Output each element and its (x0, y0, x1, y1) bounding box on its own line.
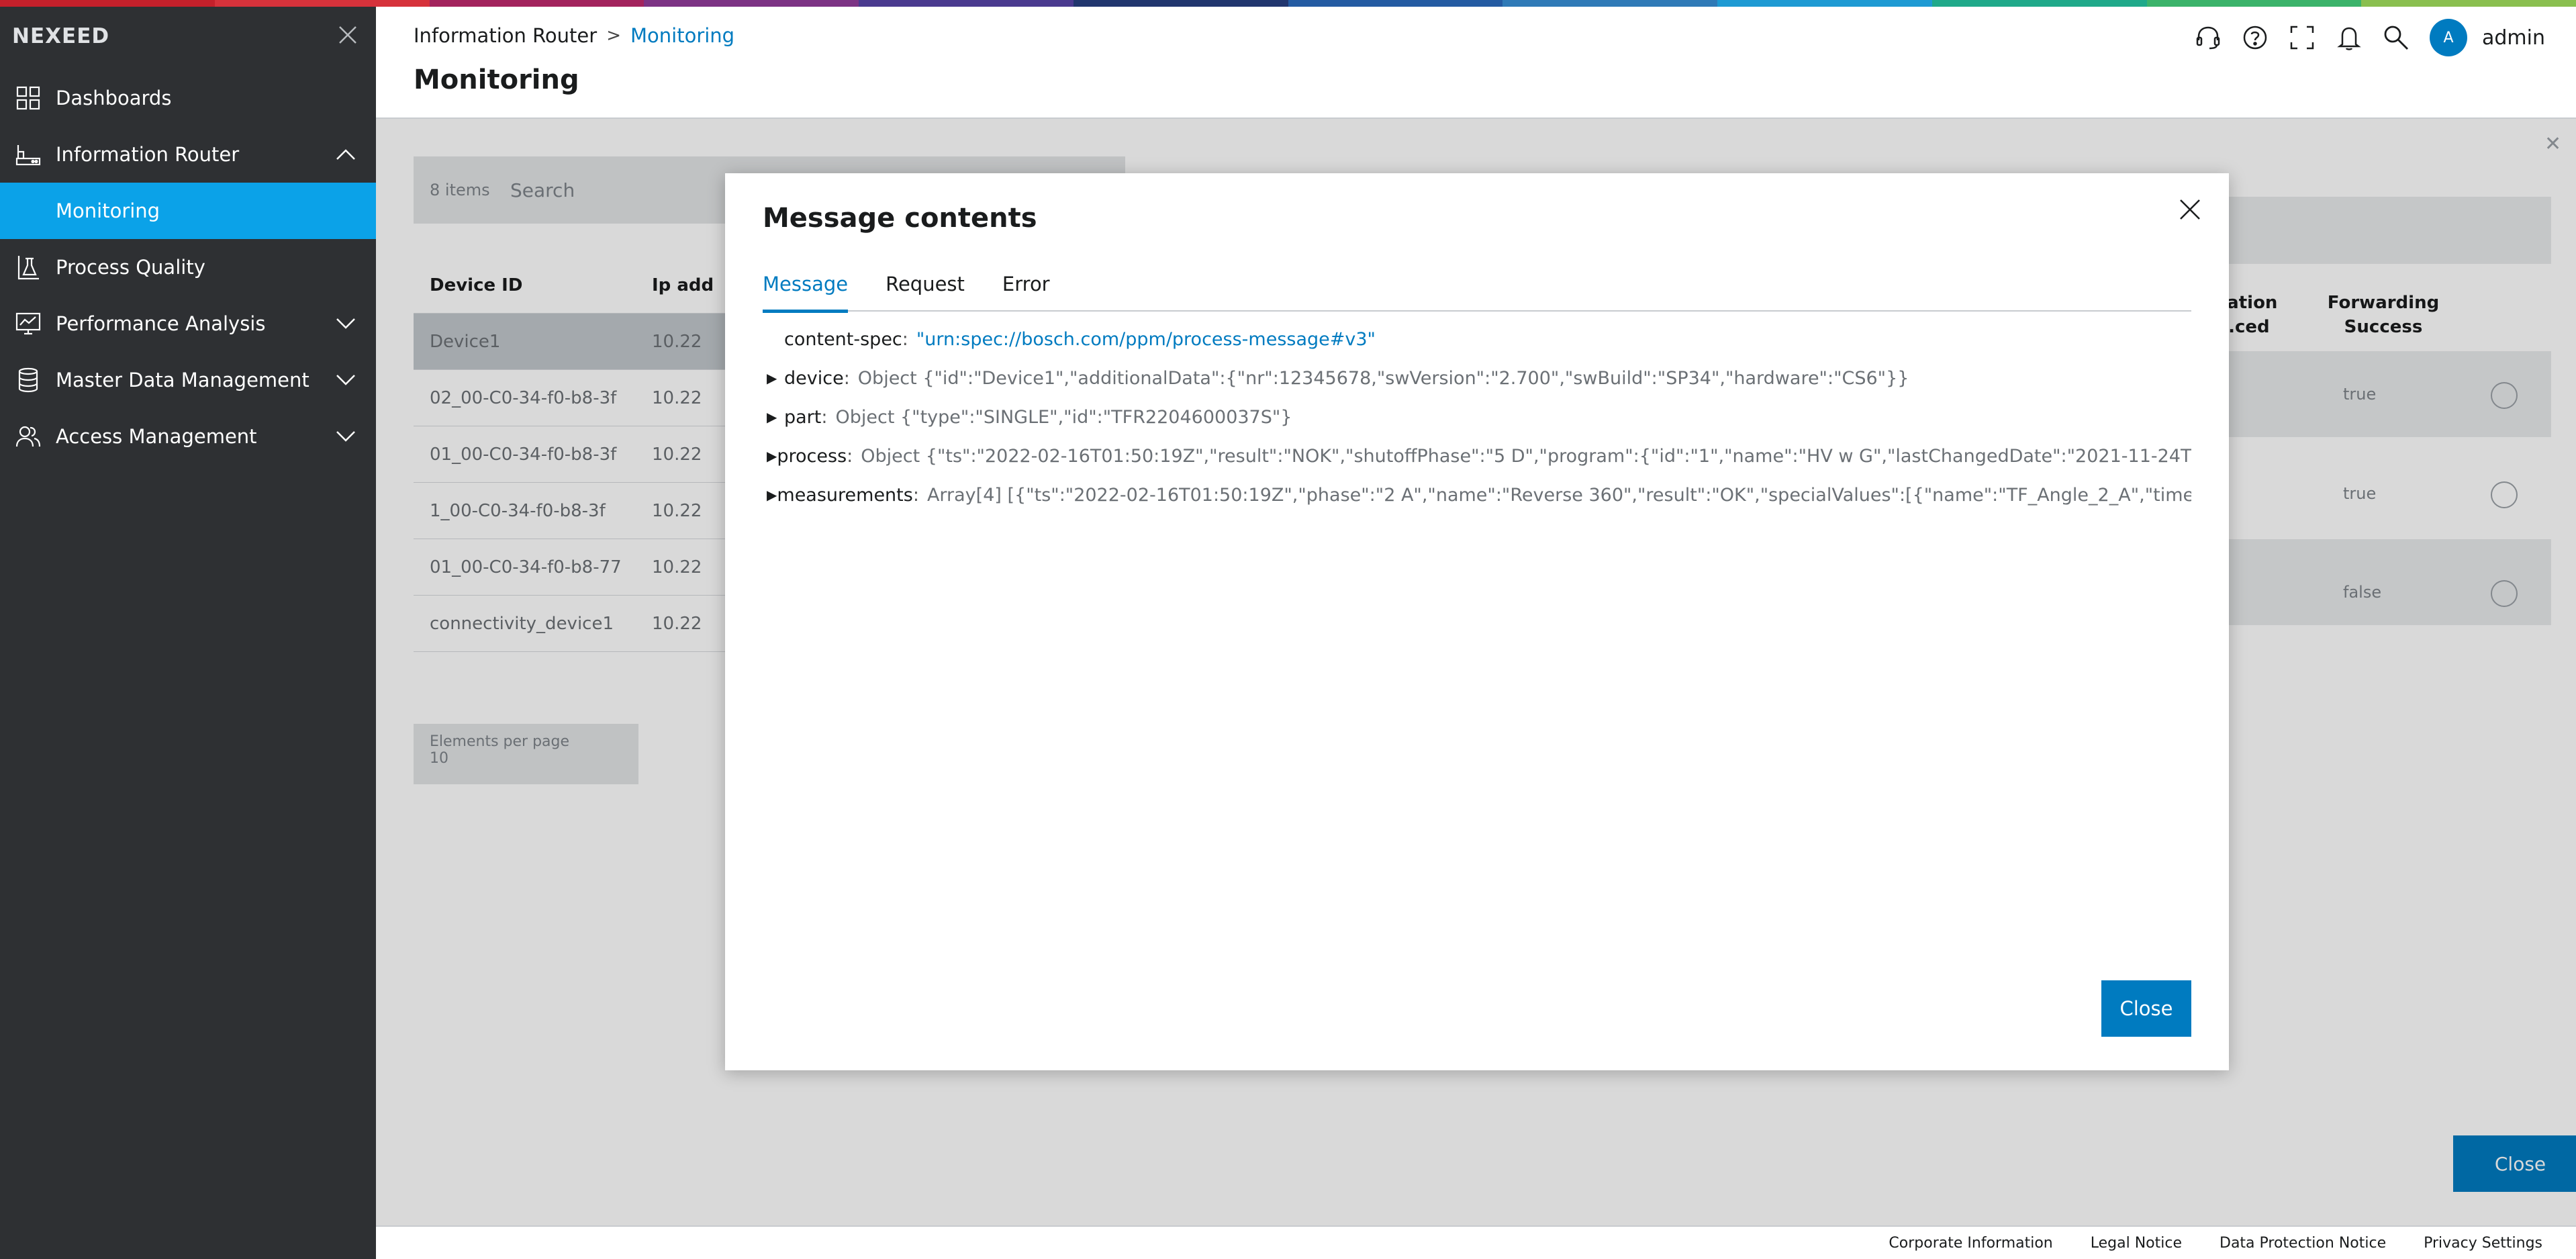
monitor-chart-icon (15, 310, 42, 337)
header-actions: A admin (2176, 19, 2545, 56)
sidebar-item-master-data-management[interactable]: Master Data Management (0, 352, 376, 408)
bell-icon[interactable] (2334, 23, 2364, 52)
tab-request[interactable]: Request (886, 266, 965, 312)
sidebar-item-dashboards[interactable]: Dashboards (0, 70, 376, 126)
page-header: Information Router > Monitoring Monitori… (376, 7, 2576, 119)
chevron-down-icon (334, 425, 357, 448)
chevron-up-icon (334, 143, 357, 166)
expand-triangle-icon[interactable]: ▶ (763, 448, 777, 464)
expand-triangle-icon[interactable]: ▶ (763, 487, 777, 503)
breadcrumb: Information Router > Monitoring (414, 24, 734, 47)
sidebar-item-monitoring[interactable]: Monitoring (0, 183, 376, 239)
footer-link-legal-notice[interactable]: Legal Notice (2091, 1235, 2182, 1252)
supergraphic-segment (429, 0, 645, 7)
avatar[interactable]: A (2430, 19, 2467, 56)
supergraphic-segment (1717, 0, 1932, 7)
tab-error[interactable]: Error (1002, 266, 1050, 312)
json-node-content-spec: content-spec: "urn:spec://bosch.com/ppm/… (784, 328, 1376, 350)
sidebar-item-performance-analysis[interactable]: Performance Analysis (0, 295, 376, 352)
supergraphic-segment (2146, 0, 2362, 7)
sidebar-item-process-quality[interactable]: Process Quality (0, 239, 376, 295)
sidebar-item-access-management[interactable]: Access Management (0, 408, 376, 465)
supergraphic-segment (1502, 0, 1717, 7)
brand-logo: NEXEED (12, 24, 110, 48)
json-node-part[interactable]: ▶ part: Object {"type":"SINGLE","id":"TF… (763, 398, 2191, 436)
footer-link-data-protection-notice[interactable]: Data Protection Notice (2220, 1235, 2386, 1252)
close-icon[interactable] (336, 24, 360, 48)
dialog-tabs: Message Request Error (763, 266, 2191, 313)
help-icon[interactable] (2240, 23, 2270, 52)
sidebar-item-label: Dashboards (56, 87, 172, 109)
supergraphic-segment (0, 0, 215, 7)
json-value: "urn:spec://bosch.com/ppm/process-messag… (916, 328, 1376, 350)
close-button[interactable]: Close (2101, 980, 2191, 1037)
footer-link-privacy-settings[interactable]: Privacy Settings (2424, 1235, 2542, 1252)
database-icon (15, 367, 42, 393)
breadcrumb-separator: > (606, 26, 621, 46)
supergraphic-segment (644, 0, 859, 7)
headset-icon[interactable] (2193, 23, 2223, 52)
sidebar-item-information-router[interactable]: Information Router (0, 126, 376, 183)
footer: Corporate Information Legal Notice Data … (376, 1225, 2576, 1259)
sidebar-item-label: Information Router (56, 143, 240, 166)
json-value: Object {"ts":"2022-02-16T01:50:19Z","res… (861, 445, 2191, 467)
json-key: content-spec (784, 328, 902, 350)
flask-icon (15, 254, 42, 281)
tab-message[interactable]: Message (763, 266, 849, 313)
supergraphic-segment (1931, 0, 2147, 7)
breadcrumb-current[interactable]: Monitoring (630, 24, 734, 47)
json-key: measurements (777, 484, 913, 506)
fullscreen-icon[interactable] (2287, 23, 2317, 52)
json-value: Object {"type":"SINGLE","id":"TFR2204600… (835, 406, 1292, 428)
json-key: device (784, 367, 844, 389)
sidebar-item-label: Access Management (56, 425, 257, 448)
sidebar-item-label: Master Data Management (56, 369, 309, 391)
message-contents-dialog: Message contents Message Request Error c… (725, 173, 2229, 1070)
close-icon[interactable] (2171, 191, 2209, 228)
chevron-down-icon (334, 312, 357, 335)
sidebar-item-label: Performance Analysis (56, 312, 266, 335)
dashboard-grid-icon (15, 85, 42, 111)
dialog-title: Message contents (763, 203, 1037, 234)
sidebar-item-label: Monitoring (56, 199, 160, 222)
supergraphic-segment (1288, 0, 1503, 7)
username[interactable]: admin (2482, 26, 2545, 50)
supergraphic-segment (214, 0, 430, 7)
users-icon (15, 423, 42, 450)
json-node-measurements[interactable]: ▶ measurements: Array[4] [{"ts":"2022-02… (763, 475, 2191, 514)
json-value: Object {"id":"Device1","additionalData":… (857, 367, 1909, 389)
supergraphic-segment (2361, 0, 2576, 7)
sidebar-item-label: Process Quality (56, 256, 205, 279)
router-icon (15, 141, 42, 168)
search-icon[interactable] (2381, 23, 2411, 52)
supergraphic-segment (859, 0, 1074, 7)
breadcrumb-parent[interactable]: Information Router (414, 24, 597, 47)
chevron-down-icon (334, 369, 357, 391)
footer-link-corporate-information[interactable]: Corporate Information (1889, 1235, 2052, 1252)
supergraphic-segment (1073, 0, 1288, 7)
expand-triangle-icon[interactable]: ▶ (763, 370, 784, 386)
expand-triangle-icon[interactable]: ▶ (763, 409, 784, 425)
json-tree: content-spec: "urn:spec://bosch.com/ppm/… (763, 320, 2191, 696)
json-key: process (777, 445, 847, 467)
page-title: Monitoring (414, 64, 579, 95)
json-node-process[interactable]: ▶ process: Object {"ts":"2022-02-16T01:5… (763, 436, 2191, 475)
sidebar: NEXEED Dashboards Information Router Mon… (0, 7, 376, 1259)
json-value: Array[4] [{"ts":"2022-02-16T01:50:19Z","… (926, 484, 2191, 506)
json-key: part (784, 406, 822, 428)
json-node-device[interactable]: ▶ device: Object {"id":"Device1","additi… (763, 359, 2191, 398)
brand-supergraphic (0, 0, 2576, 7)
